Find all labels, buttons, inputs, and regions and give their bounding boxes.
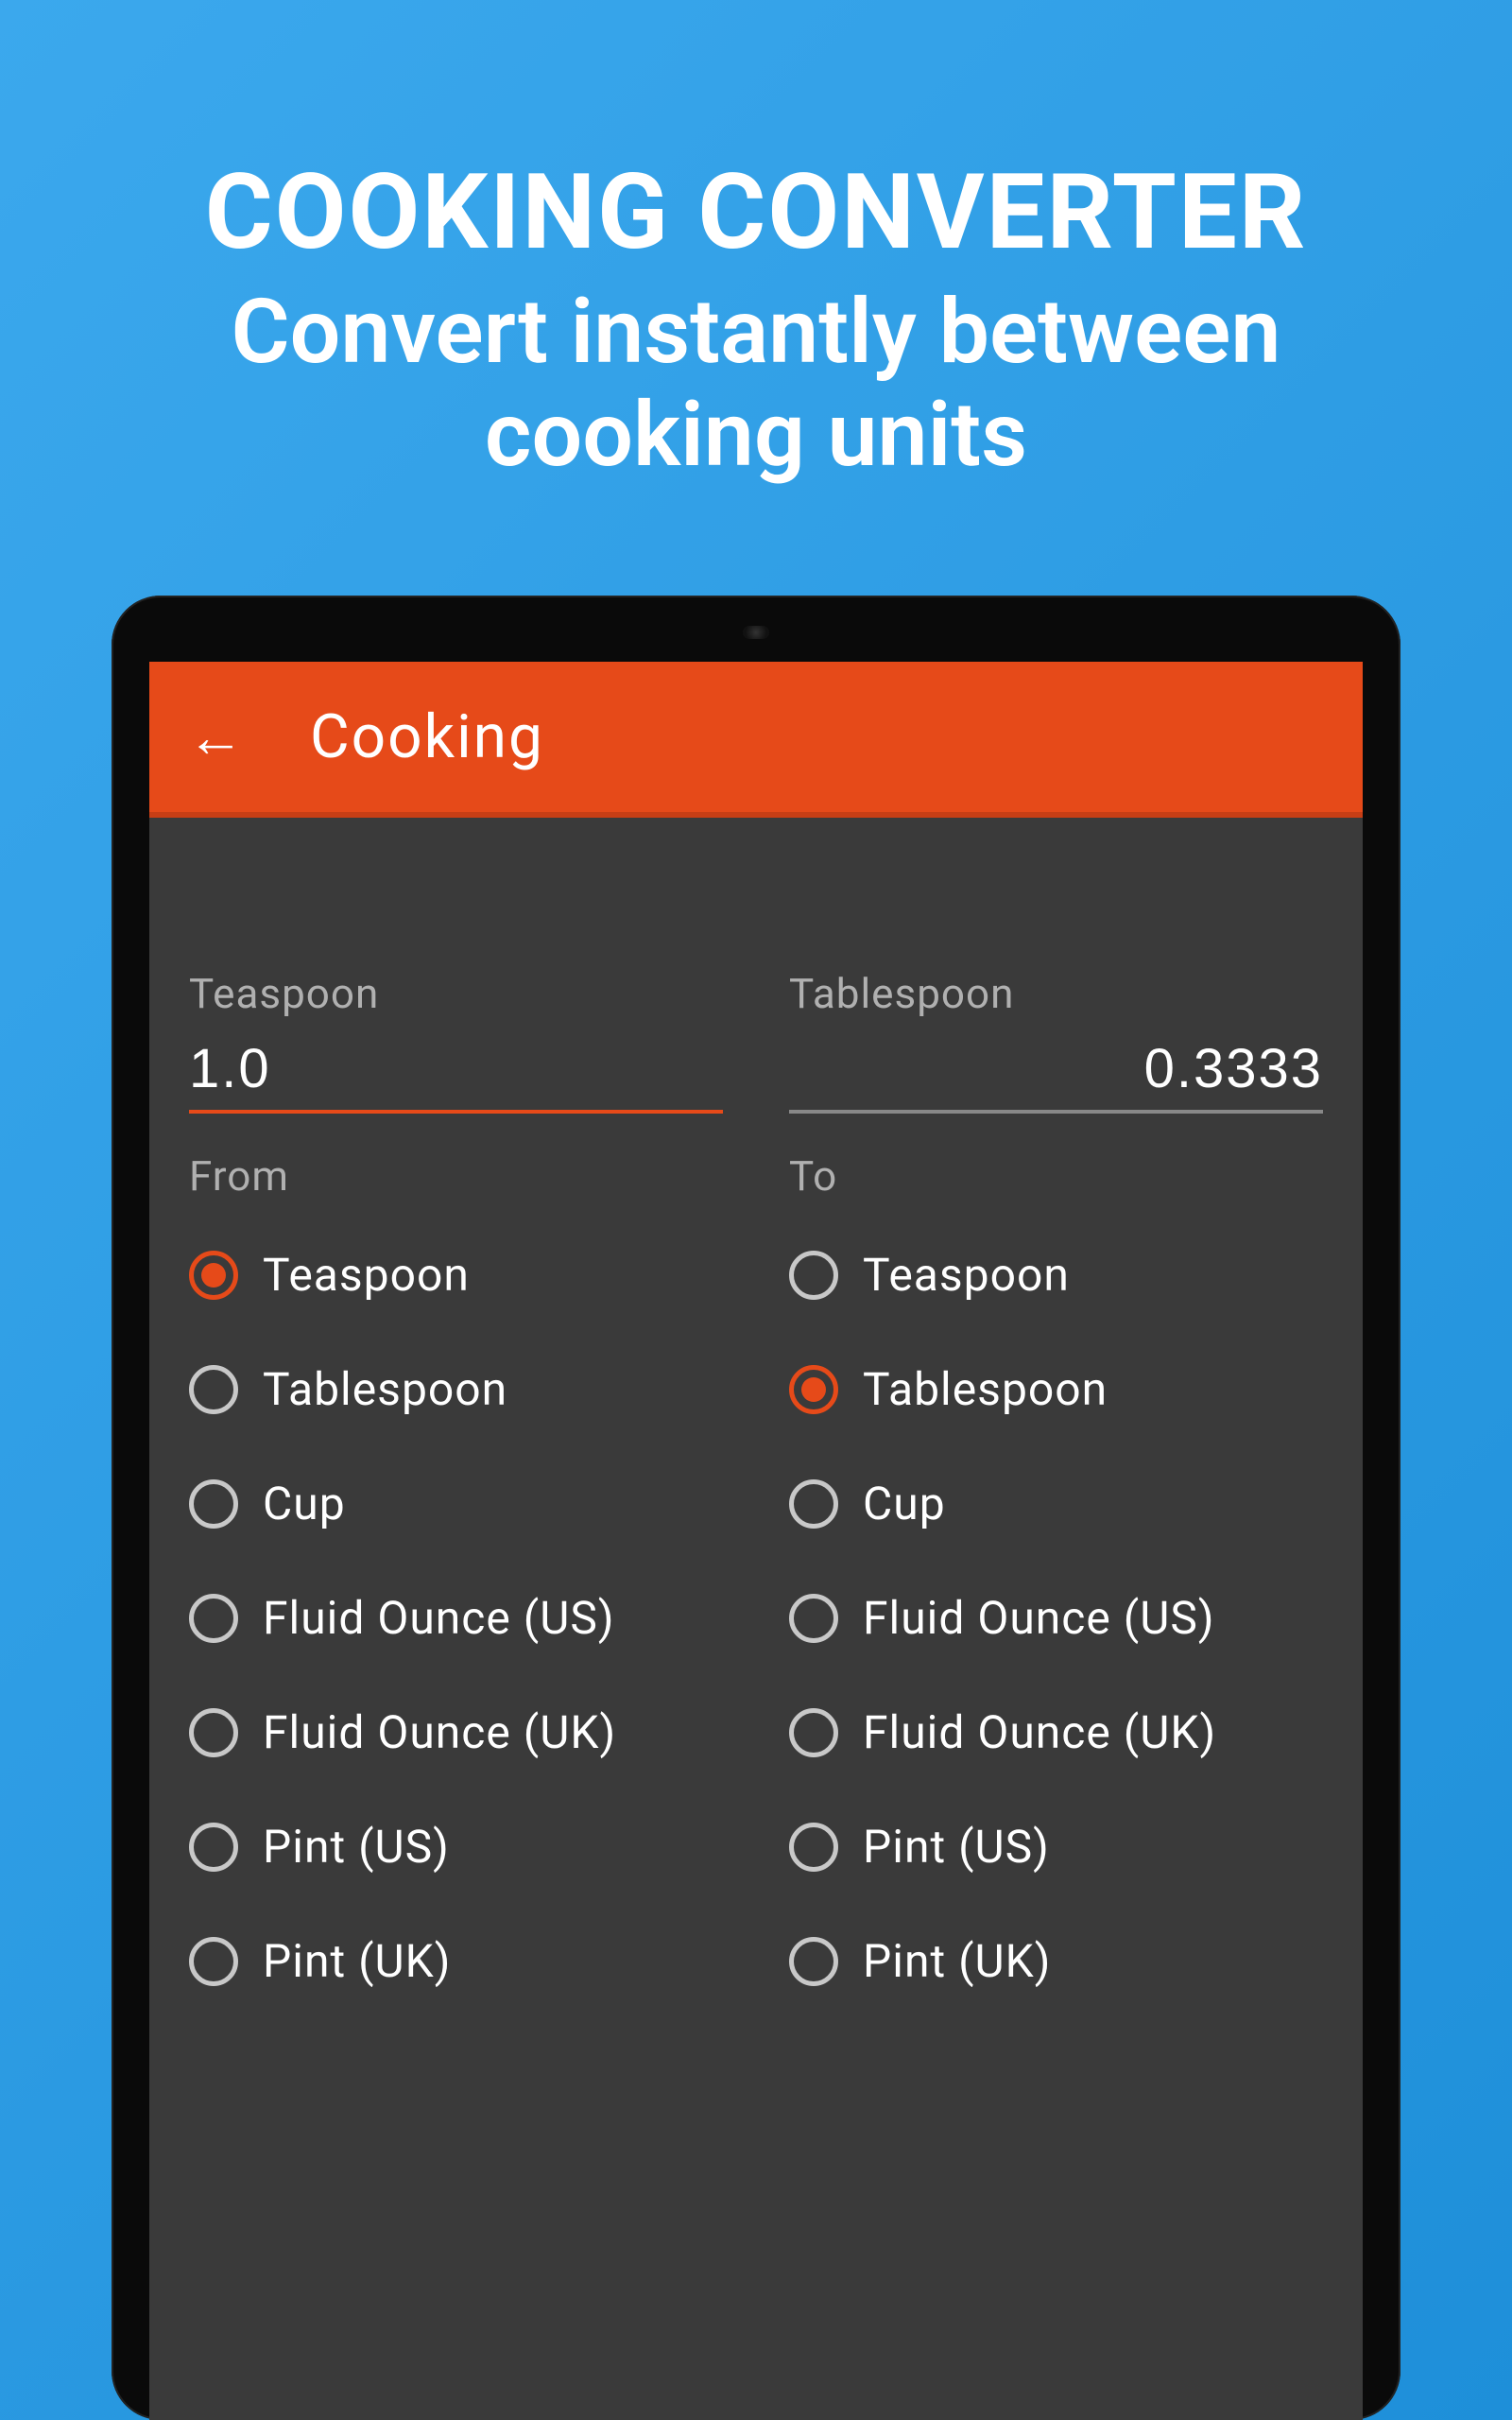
radio-icon: [789, 1479, 838, 1529]
from-radio-item[interactable]: Teaspoon: [189, 1248, 723, 1302]
to-radio-item[interactable]: Teaspoon: [789, 1248, 1323, 1302]
radio-icon: [789, 1365, 838, 1414]
radio-icon: [189, 1937, 238, 1986]
from-section-label: From: [189, 1151, 723, 1201]
radio-icon: [189, 1594, 238, 1643]
radio-icon: [189, 1479, 238, 1529]
app-screen: ← Cooking Teaspoon From TeaspoonTablespo…: [149, 662, 1363, 2420]
tablet-frame: ← Cooking Teaspoon From TeaspoonTablespo…: [112, 596, 1400, 2420]
from-radio-item[interactable]: Tablespoon: [189, 1362, 723, 1416]
to-radio-item[interactable]: Cup: [789, 1477, 1323, 1530]
from-radio-label: Teaspoon: [263, 1248, 470, 1302]
radio-icon: [189, 1251, 238, 1300]
from-radio-label: Tablespoon: [263, 1362, 507, 1416]
to-radio-label: Teaspoon: [863, 1248, 1070, 1302]
to-value-input[interactable]: [789, 1037, 1323, 1100]
from-radio-item[interactable]: Fluid Ounce (UK): [189, 1705, 723, 1759]
radio-icon: [789, 1937, 838, 1986]
radio-icon: [789, 1823, 838, 1872]
radio-icon: [189, 1708, 238, 1757]
to-radio-item[interactable]: Tablespoon: [789, 1362, 1323, 1416]
from-radio-list: Teaspoon Tablespoon Cup Fluid Ounce (US) Flu…: [189, 1248, 723, 1988]
from-radio-item[interactable]: Pint (UK): [189, 1934, 723, 1988]
to-radio-list: Teaspoon Tablespoon Cup Fluid Ounce (US) Flu…: [789, 1248, 1323, 1988]
hero-subtitle: Convert instantly between cooking units: [0, 281, 1512, 488]
to-radio-label: Cup: [863, 1477, 946, 1530]
to-section-label: To: [789, 1151, 1323, 1201]
radio-icon: [789, 1594, 838, 1643]
to-radio-label: Tablespoon: [863, 1362, 1108, 1416]
from-radio-label: Cup: [263, 1477, 346, 1530]
from-input-wrap: [189, 1037, 723, 1114]
to-radio-item[interactable]: Pint (UK): [789, 1934, 1323, 1988]
from-radio-item[interactable]: Pint (US): [189, 1820, 723, 1874]
from-column: Teaspoon From Teaspoon Tablespoon Cup Fluid…: [189, 969, 723, 1988]
to-radio-item[interactable]: Fluid Ounce (US): [789, 1591, 1323, 1645]
from-radio-label: Fluid Ounce (UK): [263, 1705, 616, 1759]
from-value-input[interactable]: [189, 1037, 723, 1100]
app-bar: ← Cooking: [149, 662, 1363, 818]
to-column: Tablespoon To Teaspoon Tablespoon Cup Fluid…: [789, 969, 1323, 1988]
radio-icon: [189, 1365, 238, 1414]
hero-section: COOKING CONVERTER Convert instantly betw…: [0, 0, 1512, 488]
to-radio-label: Pint (US): [863, 1820, 1050, 1874]
content-area: Teaspoon From Teaspoon Tablespoon Cup Fluid…: [149, 818, 1363, 1988]
from-radio-label: Fluid Ounce (US): [263, 1591, 615, 1645]
from-radio-label: Pint (US): [263, 1820, 450, 1874]
camera-icon: [743, 626, 769, 639]
to-radio-item[interactable]: Fluid Ounce (UK): [789, 1705, 1323, 1759]
from-radio-item[interactable]: Fluid Ounce (US): [189, 1591, 723, 1645]
to-radio-label: Fluid Ounce (US): [863, 1591, 1215, 1645]
hero-title: COOKING CONVERTER: [0, 151, 1512, 273]
app-title: Cooking: [310, 701, 544, 772]
from-unit-label: Teaspoon: [189, 969, 723, 1018]
back-arrow-icon[interactable]: ←: [187, 703, 244, 770]
radio-icon: [789, 1251, 838, 1300]
radio-icon: [789, 1708, 838, 1757]
from-radio-item[interactable]: Cup: [189, 1477, 723, 1530]
to-radio-label: Fluid Ounce (UK): [863, 1705, 1216, 1759]
to-input-wrap: [789, 1037, 1323, 1114]
radio-icon: [189, 1823, 238, 1872]
from-radio-label: Pint (UK): [263, 1934, 451, 1988]
to-radio-label: Pint (UK): [863, 1934, 1051, 1988]
to-radio-item[interactable]: Pint (US): [789, 1820, 1323, 1874]
to-unit-label: Tablespoon: [789, 969, 1323, 1018]
